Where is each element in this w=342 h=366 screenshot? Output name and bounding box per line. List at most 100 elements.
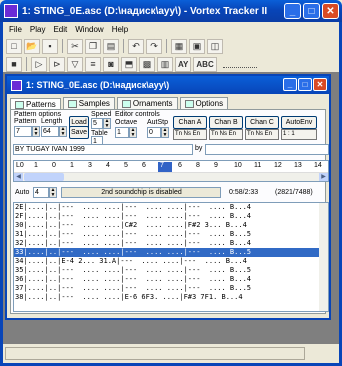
- tab-samples[interactable]: Samples: [62, 97, 115, 109]
- autoenv-button[interactable]: AutoEnv: [281, 116, 317, 129]
- speed-field[interactable]: 5: [91, 118, 103, 129]
- chip-icon[interactable]: ▩: [139, 56, 155, 72]
- menu-edit[interactable]: Edit: [49, 25, 71, 34]
- length-spinner[interactable]: ▲ ▼: [59, 126, 67, 137]
- tile-windows-icon[interactable]: ▦: [171, 38, 187, 54]
- scroll-left-icon[interactable]: ◀: [14, 173, 23, 181]
- tab-options[interactable]: Options: [179, 97, 229, 109]
- save-icon[interactable]: ▪: [42, 38, 58, 54]
- position-cell[interactable]: 4: [104, 162, 124, 172]
- loop-position[interactable]: L0: [14, 162, 34, 172]
- close-button[interactable]: ✕: [322, 3, 339, 19]
- menu-window[interactable]: Window: [71, 25, 107, 34]
- chan-c-toggles[interactable]: Tn Ns En: [245, 129, 279, 140]
- pattern-row-current[interactable]: 33|....|..|--- .... ....|--- .... ....|-…: [14, 248, 328, 257]
- play-pattern-icon[interactable]: ▽: [67, 56, 83, 72]
- module-maximize-button[interactable]: □: [298, 78, 312, 91]
- undo-icon[interactable]: ↶: [128, 38, 144, 54]
- ay-settings-icon[interactable]: ▥: [157, 56, 173, 72]
- auto-spinner[interactable]: ▲ ▼: [49, 187, 57, 198]
- pattern-editor[interactable]: 2E|....|..|--- .... ....|--- .... ....|-…: [13, 202, 329, 312]
- pattern-row[interactable]: 36|....|..|--- .... ....|--- .... ....|-…: [14, 275, 328, 284]
- menu-help[interactable]: Help: [108, 25, 132, 34]
- pattern-row[interactable]: 2E|....|..|--- .... ....|--- .... ....|-…: [14, 203, 328, 212]
- position-cell[interactable]: 0: [50, 162, 70, 172]
- pattern-row[interactable]: 34|....|..|E-4 2... 31.A|--- .... ....|-…: [14, 257, 328, 266]
- chan-c-button[interactable]: Chan C: [245, 116, 279, 129]
- new-file-icon[interactable]: □: [6, 38, 22, 54]
- ay-mode-button[interactable]: AY: [175, 56, 192, 72]
- pattern-row[interactable]: 30|....|..|--- .... ....|C#2 .... ....|F…: [14, 221, 328, 230]
- chan-b-button[interactable]: Chan B: [209, 116, 243, 129]
- position-cell[interactable]: 11: [252, 162, 272, 172]
- separator: [26, 57, 27, 71]
- pattern-row[interactable]: 38|....|..|--- .... ....|E-6 6F3. ....|F…: [14, 293, 328, 302]
- export-icon[interactable]: ⬒: [121, 56, 137, 72]
- minimize-button[interactable]: _: [284, 3, 301, 19]
- app-titlebar[interactable]: 1: STING_0E.asc (D:\надиск\ayy\) - Vorte…: [0, 0, 342, 22]
- position-cell[interactable]: 3: [86, 162, 106, 172]
- pattern-scrollbar[interactable]: [319, 203, 328, 311]
- menu-play[interactable]: Play: [26, 25, 50, 34]
- tab-ornaments[interactable]: Ornaments: [116, 97, 178, 109]
- position-cell[interactable]: 6: [140, 162, 160, 172]
- position-cell[interactable]: 8: [194, 162, 214, 172]
- arrange-icon[interactable]: ◫: [207, 38, 223, 54]
- position-cell[interactable]: 13: [292, 162, 312, 172]
- autoenv-ratio[interactable]: 1 : 1: [281, 129, 317, 140]
- position-cell-selected[interactable]: 7: [158, 162, 172, 172]
- loop-icon[interactable]: ≡: [85, 56, 101, 72]
- pattern-spinner[interactable]: ▲ ▼: [32, 126, 40, 137]
- module-minimize-button[interactable]: _: [283, 78, 297, 91]
- octave-spinner[interactable]: ▲ ▼: [129, 127, 137, 138]
- positions-list[interactable]: L0 1 0 1 3 4 5 6 7 6 8 9 10 11 12 13 14 …: [13, 160, 329, 182]
- play-from-pos-icon[interactable]: ⊳: [49, 56, 65, 72]
- pattern-row[interactable]: 32|....|..|--- .... ....|--- .... ....|-…: [14, 239, 328, 248]
- volume-slider[interactable]: [222, 60, 257, 68]
- position-cell[interactable]: 12: [272, 162, 292, 172]
- cut-icon[interactable]: ✂: [67, 38, 83, 54]
- pattern-row[interactable]: 37|....|..|--- .... ....|--- .... ....|-…: [14, 284, 328, 293]
- paste-icon[interactable]: ▤: [103, 38, 119, 54]
- cascade-windows-icon[interactable]: ▣: [189, 38, 205, 54]
- position-cell[interactable]: 1: [68, 162, 88, 172]
- module-close-button[interactable]: ✕: [313, 78, 327, 91]
- redo-icon[interactable]: ↷: [146, 38, 162, 54]
- chan-b-toggles[interactable]: Tn Ns En: [209, 129, 243, 140]
- position-cell[interactable]: 9: [212, 162, 232, 172]
- positions-scrollbar[interactable]: ◀ ▶: [14, 172, 328, 181]
- pattern-row[interactable]: 2F|....|..|--- .... ....|--- .... ....|-…: [14, 212, 328, 221]
- abc-mode-button[interactable]: ABC: [193, 56, 217, 72]
- position-cell[interactable]: 5: [122, 162, 142, 172]
- pattern-number-field[interactable]: 7: [14, 126, 32, 137]
- autostep-spinner[interactable]: ▲ ▼: [161, 127, 169, 138]
- position-cell[interactable]: 10: [232, 162, 252, 172]
- menu-file[interactable]: File: [5, 25, 26, 34]
- position-cell[interactable]: 1: [32, 162, 52, 172]
- pattern-row[interactable]: 35|....|..|--- .... ....|--- .... ....|-…: [14, 266, 328, 275]
- pattern-row[interactable]: 31|....|..|--- .... ....|--- .... ....|-…: [14, 230, 328, 239]
- octave-field[interactable]: 1: [115, 127, 129, 138]
- autostep-field[interactable]: 0: [147, 127, 161, 138]
- speed-spinner[interactable]: ▲ ▼: [103, 118, 111, 129]
- auto-field[interactable]: 4: [33, 187, 49, 198]
- author-field[interactable]: [205, 144, 329, 155]
- play-icon[interactable]: ▷: [31, 56, 47, 72]
- copy-icon[interactable]: ❐: [85, 38, 101, 54]
- stop-icon[interactable]: ■: [6, 56, 22, 72]
- chan-a-toggles[interactable]: Tn Ns En: [173, 129, 207, 140]
- record-icon[interactable]: ◙: [103, 56, 119, 72]
- module-titlebar[interactable]: 1: STING_0E.asc (D:\надиск\ayy\) _ □ ✕: [7, 76, 329, 94]
- chan-a-button[interactable]: Chan A: [173, 116, 207, 129]
- song-title-field[interactable]: BY TUGAY IVAN 1999: [13, 144, 193, 155]
- position-cell[interactable]: 14: [312, 162, 332, 172]
- toolbar-1: □ 📂 ▪ ✂ ❐ ▤ ↶ ↷ ▦ ▣ ◫: [3, 37, 339, 55]
- maximize-button[interactable]: □: [303, 3, 320, 19]
- scroll-thumb[interactable]: [24, 173, 64, 181]
- open-folder-icon[interactable]: 📂: [24, 38, 40, 54]
- length-field[interactable]: 64: [41, 126, 59, 137]
- save-pattern-button[interactable]: Save: [69, 126, 89, 139]
- scroll-right-icon[interactable]: ▶: [319, 173, 328, 181]
- position-cell[interactable]: 6: [176, 162, 196, 172]
- separator: [62, 39, 63, 53]
